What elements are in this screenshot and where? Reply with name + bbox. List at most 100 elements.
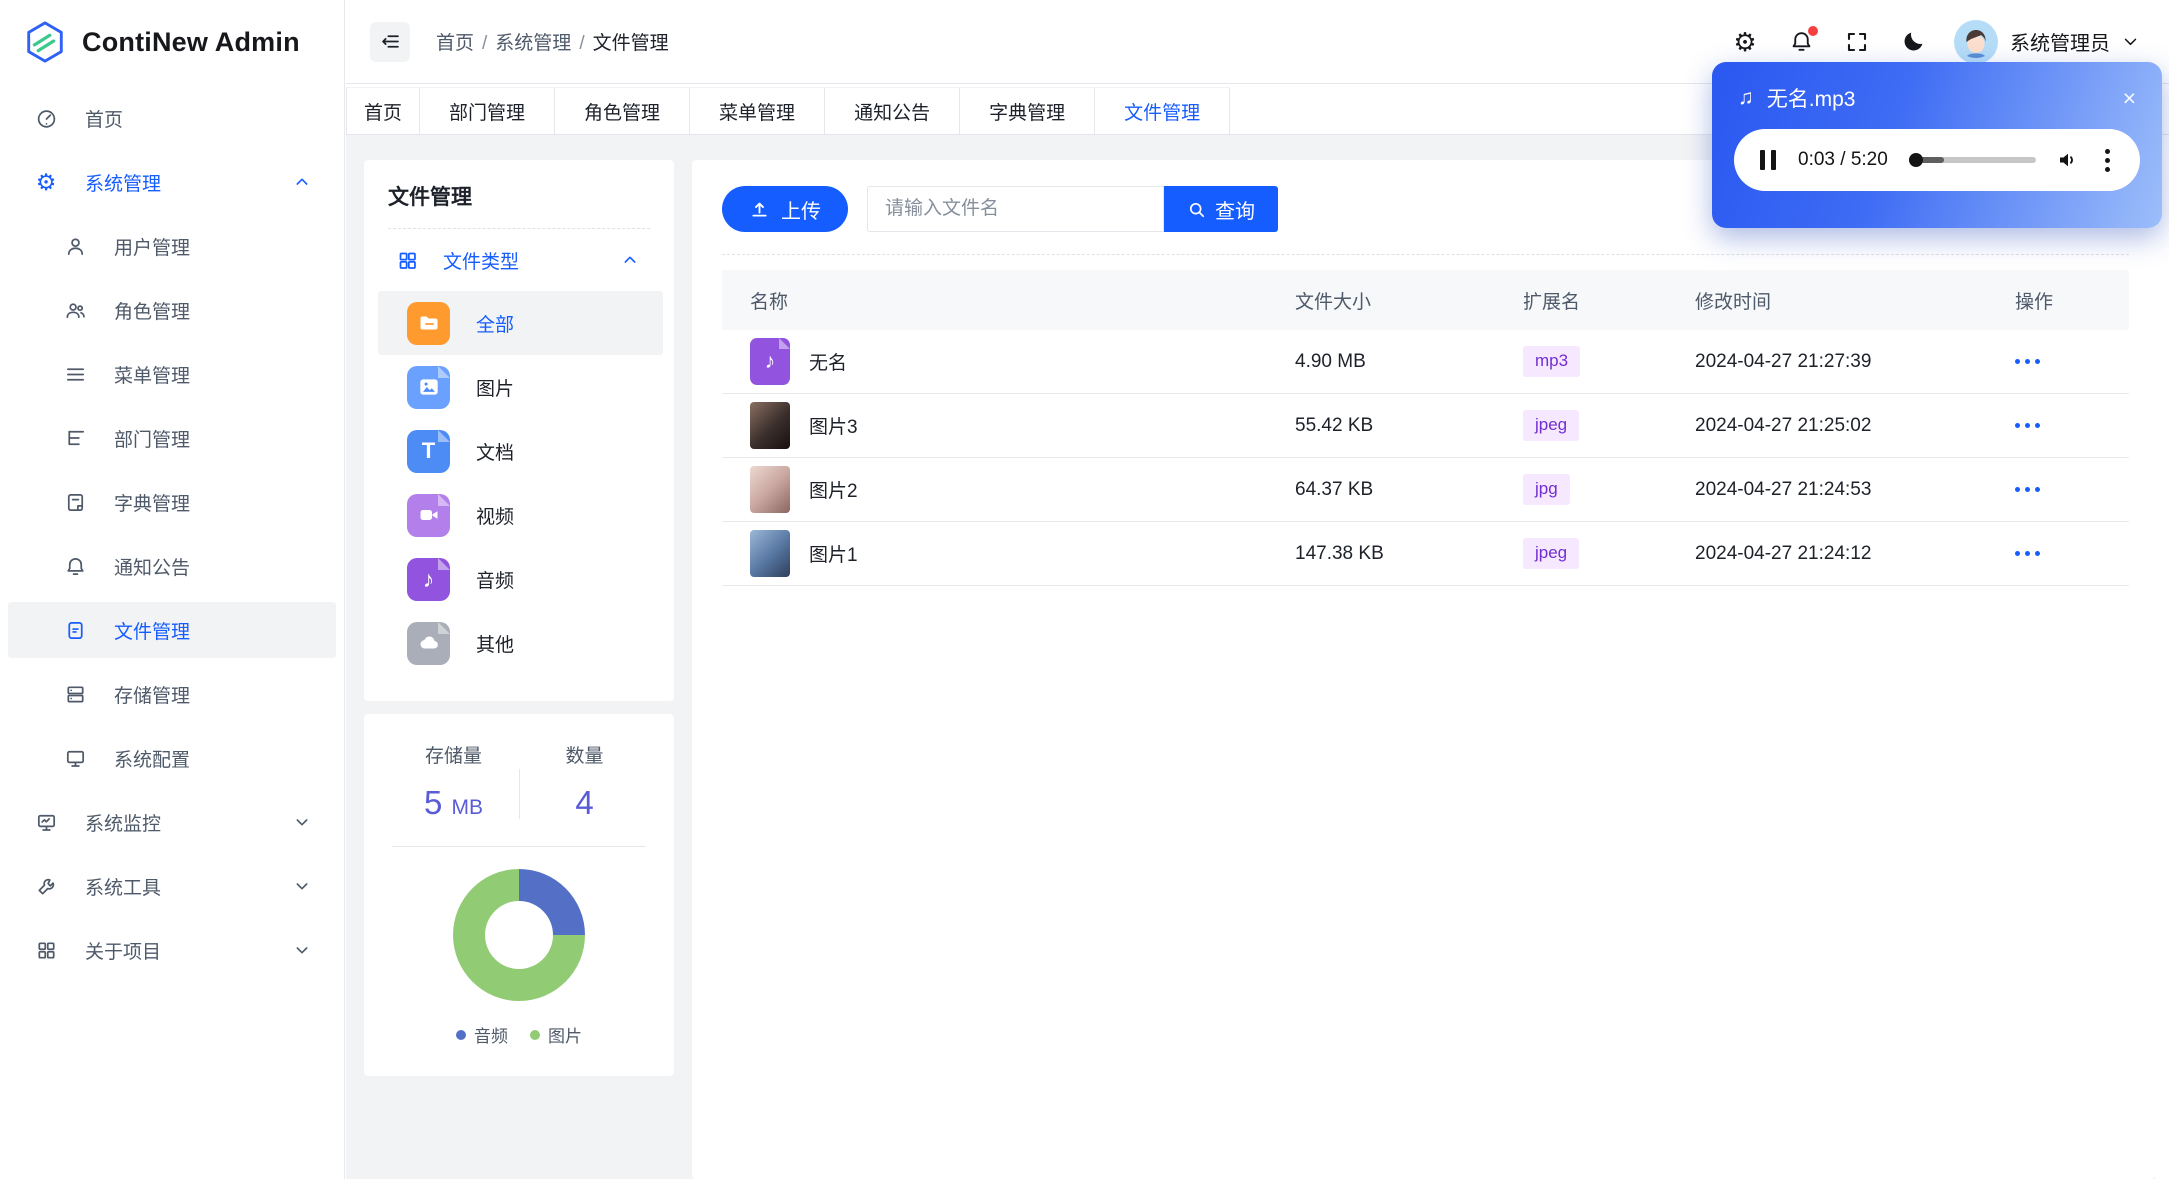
folder-icon (407, 301, 450, 345)
file-type-audio[interactable]: ♪ 音频 (378, 547, 663, 611)
modified-time: 2024-04-27 21:27:39 (1695, 350, 1872, 372)
file-name[interactable]: 图片3 (809, 412, 858, 439)
sidebar-collapse-button[interactable] (370, 21, 410, 62)
tab-dict[interactable]: 字典管理 (960, 87, 1096, 134)
file-size: 4.90 MB (1295, 350, 1366, 372)
file-type-all[interactable]: 全部 (378, 291, 663, 355)
logo[interactable]: ContiNew Admin (0, 0, 344, 84)
user-name: 系统管理员 (2010, 33, 2110, 55)
file-type-label: 图片 (476, 378, 515, 400)
fullscreen-icon[interactable] (1842, 27, 1872, 57)
sidebar-item-menu-mgmt[interactable]: 菜单管理 (0, 346, 344, 402)
file-name[interactable]: 图片1 (809, 540, 858, 567)
upload-button[interactable]: 上传 (722, 186, 848, 232)
tab-notice[interactable]: 通知公告 (825, 87, 961, 134)
tab-menu[interactable]: 菜单管理 (690, 87, 826, 134)
modified-time: 2024-04-27 21:25:02 (1695, 414, 1872, 436)
image-file-icon (407, 365, 450, 409)
file-type-video[interactable]: 视频 (378, 483, 663, 547)
search-input[interactable] (867, 186, 1164, 232)
file-name-cell: 图片1 (750, 530, 1295, 577)
more-actions-icon[interactable] (2015, 479, 2051, 500)
breadcrumb-home[interactable]: 首页 (436, 28, 474, 55)
file-type-image[interactable]: 图片 (378, 355, 663, 419)
player-time: 0:03 / 5:20 (1798, 149, 1888, 170)
stats-row: 存储量 5 MB 数量 4 (388, 741, 650, 822)
sidebar-item-system-mgmt[interactable]: ⚙ 系统管理 (0, 154, 344, 210)
chevron-down-icon (294, 878, 310, 894)
sidebar-item-file-mgmt[interactable]: 文件管理 (8, 602, 336, 658)
file-name-cell: 图片2 (750, 466, 1295, 513)
file-size: 55.42 KB (1295, 414, 1374, 436)
dark-mode-moon-icon[interactable] (1898, 27, 1928, 57)
tab-home[interactable]: 首页 (346, 87, 421, 134)
legend-audio[interactable]: 音频 (456, 1022, 508, 1047)
sidebar-item-label: 菜单管理 (114, 365, 191, 387)
file-size: 64.37 KB (1295, 478, 1374, 500)
file-list-panel: 上传 查询 名称 文件大小 扩展名 修改时间 操作 (692, 160, 2155, 1179)
modified-time: 2024-04-27 21:24:53 (1695, 478, 1872, 500)
notification-bell-icon[interactable] (1786, 25, 1818, 57)
sidebar-item-user-mgmt[interactable]: 用户管理 (0, 218, 344, 274)
sidebar-item-system-config[interactable]: 系统配置 (0, 730, 344, 786)
ext-badge: jpeg (1523, 538, 1580, 569)
close-icon[interactable]: × (2123, 86, 2136, 110)
sidebar-item-storage-mgmt[interactable]: 存储管理 (0, 666, 344, 722)
legend-image[interactable]: 图片 (530, 1022, 582, 1047)
left-column: 文件管理 文件类型 全部 图片 T 文档 视频 ♪ 音频 其他 存储量 5 MB… (364, 160, 674, 1179)
sidebar-item-label: 文件管理 (114, 621, 191, 643)
ext-badge: jpg (1523, 474, 1570, 505)
file-type-label: 视频 (476, 506, 515, 528)
sidebar-item-label: 系统管理 (85, 173, 162, 195)
video-file-icon (407, 493, 450, 537)
user-icon (63, 234, 87, 258)
storage-stats-panel: 存储量 5 MB 数量 4 音频 图片 (364, 714, 674, 1076)
col-size: 文件大小 (1295, 291, 1372, 313)
more-options-icon[interactable] (2101, 145, 2114, 176)
tab-dept[interactable]: 部门管理 (420, 87, 556, 134)
count-value: 4 (575, 784, 594, 821)
more-actions-icon[interactable] (2015, 415, 2051, 436)
other-file-icon (407, 621, 450, 665)
file-type-other[interactable]: 其他 (378, 611, 663, 675)
pause-icon[interactable] (1760, 150, 1776, 170)
sidebar-nav: 首页 ⚙ 系统管理 用户管理 角色管理 菜单管理 部门管理 字典管理 通知公告 … (0, 84, 344, 978)
sidebar-item-system-monitor[interactable]: 系统监控 (0, 794, 344, 850)
file-type-group[interactable]: 文件类型 (364, 229, 674, 291)
progress-bar[interactable] (1908, 153, 2036, 167)
chevron-up-icon (294, 174, 310, 190)
monitor-chart-icon (34, 810, 58, 834)
storage-label: 存储量 (424, 746, 482, 767)
file-type-document[interactable]: T 文档 (378, 419, 663, 483)
sidebar-item-system-tools[interactable]: 系统工具 (0, 858, 344, 914)
sidebar-item-label: 系统配置 (114, 749, 191, 771)
more-actions-icon[interactable] (2015, 543, 2051, 564)
sidebar-item-label: 用户管理 (114, 237, 191, 259)
file-name[interactable]: 图片2 (809, 476, 858, 503)
breadcrumb-current: 文件管理 (579, 28, 669, 55)
breadcrumb-system[interactable]: 系统管理 (482, 28, 571, 55)
sidebar-item-dict-mgmt[interactable]: 字典管理 (0, 474, 344, 530)
table-row: 图片2 64.37 KB jpg 2024-04-27 21:24:53 (722, 458, 2129, 522)
tab-role[interactable]: 角色管理 (555, 87, 691, 134)
chevron-down-icon (294, 814, 310, 830)
user-menu[interactable]: 系统管理员 (1954, 19, 2139, 64)
player-title: 无名.mp3 (1766, 88, 1856, 111)
audio-player-popup: ♫ 无名.mp3 × 0:03 / 5:20 (1712, 62, 2162, 228)
settings-icon[interactable]: ⚙ (1730, 27, 1760, 57)
sidebar-item-role-mgmt[interactable]: 角色管理 (0, 282, 344, 338)
progress-knob[interactable] (1908, 153, 1923, 167)
search-button[interactable]: 查询 (1164, 186, 1278, 232)
tab-file[interactable]: 文件管理 (1095, 87, 1231, 134)
col-name: 名称 (750, 291, 789, 313)
sidebar-item-notice[interactable]: 通知公告 (0, 538, 344, 594)
sidebar-item-about[interactable]: 关于项目 (0, 922, 344, 978)
table-header: 名称 文件大小 扩展名 修改时间 操作 (722, 270, 2129, 330)
logo-hexagon-icon (22, 19, 68, 65)
sidebar-item-dept-mgmt[interactable]: 部门管理 (0, 410, 344, 466)
sidebar-item-home[interactable]: 首页 (0, 90, 344, 146)
file-name[interactable]: 无名 (809, 348, 847, 375)
content-area: 文件管理 文件类型 全部 图片 T 文档 视频 ♪ 音频 其他 存储量 5 MB… (346, 135, 2155, 1179)
more-actions-icon[interactable] (2015, 351, 2051, 372)
volume-icon[interactable] (2056, 148, 2080, 172)
